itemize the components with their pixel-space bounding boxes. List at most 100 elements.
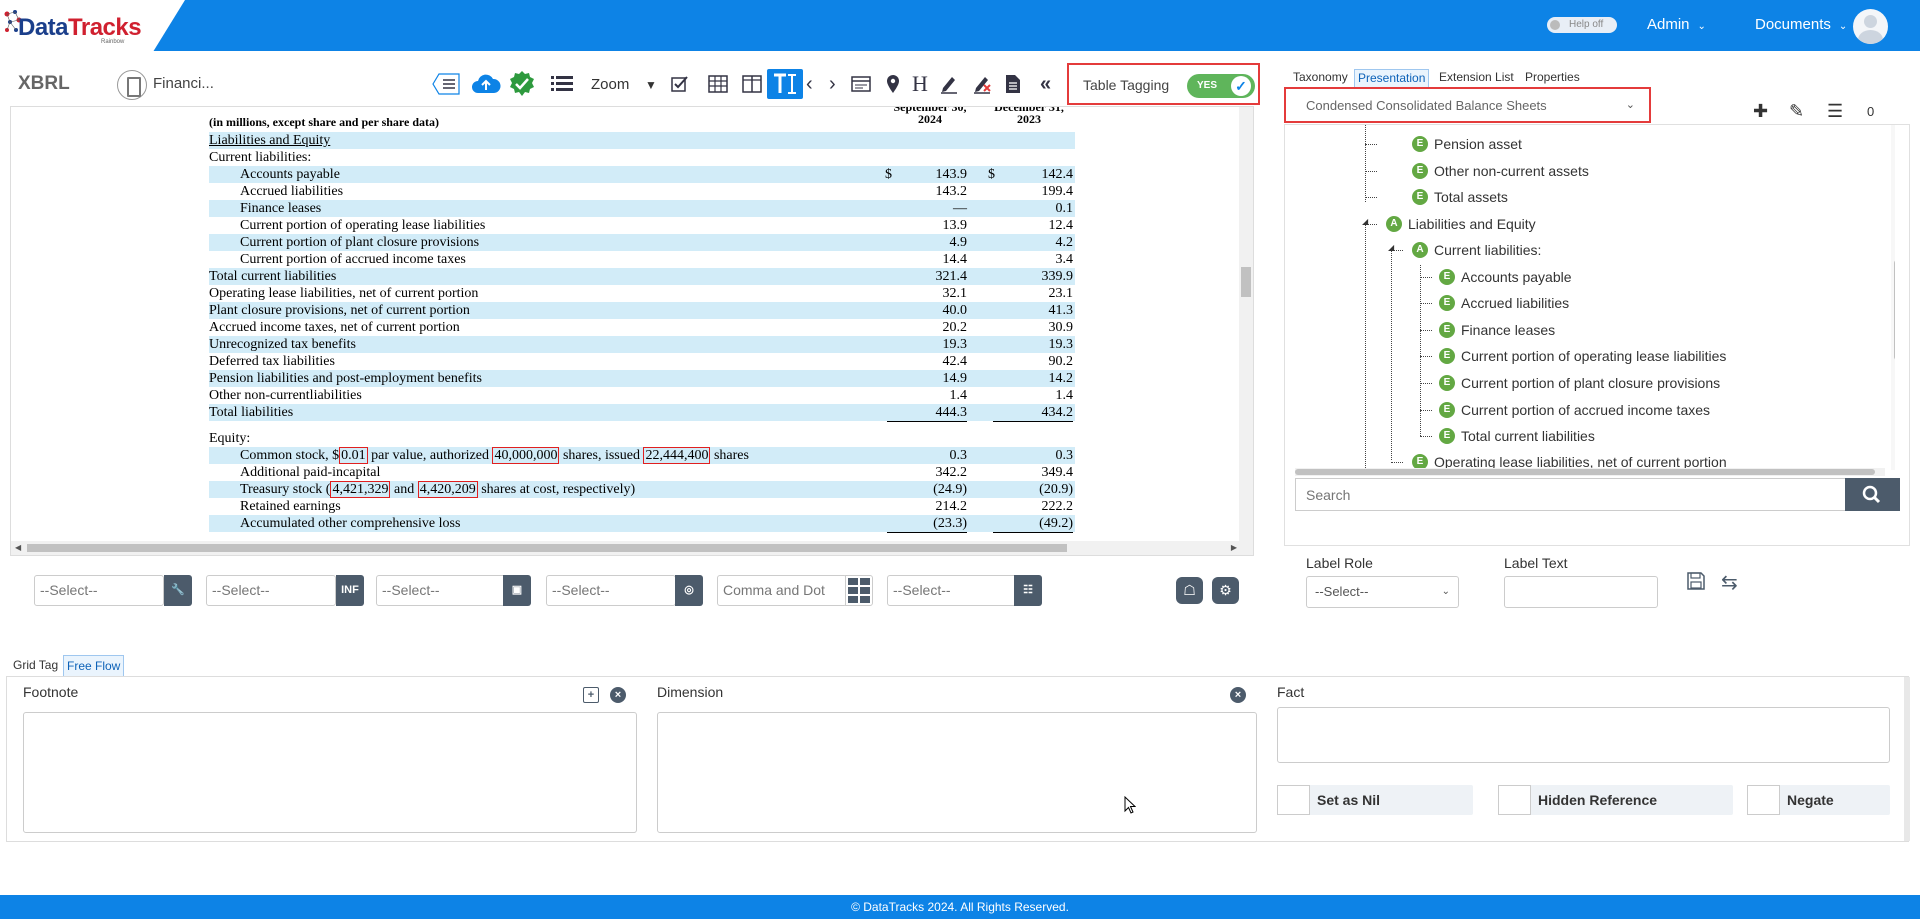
collapse-triangle-icon[interactable]: ◢	[1388, 243, 1394, 252]
value-2023[interactable]: 90.2	[993, 353, 1074, 370]
table-row[interactable]: Total current liabilities 321.4 339.9	[209, 268, 1075, 285]
table-row[interactable]: Current liabilities:	[209, 149, 1075, 166]
user-avatar[interactable]	[1853, 9, 1888, 44]
tab-free-flow[interactable]: Free Flow	[63, 655, 125, 677]
inf-button[interactable]: INF	[336, 575, 364, 606]
fact-input[interactable]	[1277, 707, 1890, 763]
presentation-select[interactable]: Condensed Consolidated Balance Sheets ⌄	[1284, 87, 1651, 123]
value-2023[interactable]: 30.9	[993, 319, 1074, 336]
value-2024[interactable]: 342.2	[887, 464, 968, 481]
table-row[interactable]: Current portion of accrued income taxes 1…	[209, 251, 1075, 269]
value-2023[interactable]: 199.4	[993, 183, 1074, 200]
tree-node[interactable]: E Current portion of plant closure provis…	[1439, 373, 1720, 393]
scrollbar-thumb[interactable]	[27, 544, 1067, 552]
value-2023[interactable]: 339.9	[993, 268, 1074, 285]
checkbox[interactable]	[1277, 785, 1310, 815]
table-row[interactable]: Total liabilities 444.3 434.2	[209, 404, 1075, 422]
tab-grid-tag[interactable]: Grid Tag	[10, 655, 61, 677]
value-2024[interactable]: 13.9	[887, 217, 968, 234]
table-row[interactable]: Equity:	[209, 430, 1075, 447]
table-row[interactable]: Finance leases — 0.1	[209, 200, 1075, 217]
concept-select[interactable]: --Select--	[34, 575, 164, 606]
decimals-select[interactable]: --Select--	[546, 575, 676, 606]
tree-node[interactable]: E Total assets	[1412, 187, 1508, 207]
set-as-nil-checkbox[interactable]: Set as Nil	[1277, 785, 1473, 815]
scrollbar-thumb[interactable]	[1241, 267, 1251, 297]
period-select[interactable]: --Select--	[206, 575, 336, 606]
financial-statement-link[interactable]: Financi...	[153, 75, 214, 92]
map-pin-icon[interactable]	[886, 72, 900, 96]
split-column-icon[interactable]	[742, 72, 762, 96]
value-2024[interactable]: (23.3)	[887, 515, 967, 533]
value-2024[interactable]: 4.9	[887, 234, 968, 251]
value-2023[interactable]: 23.1	[993, 285, 1074, 302]
search-button[interactable]	[1845, 478, 1900, 511]
table-row[interactable]: Current portion of operating lease liabi…	[209, 217, 1075, 234]
close-icon[interactable]: ×	[1230, 687, 1246, 703]
close-icon[interactable]: ×	[610, 687, 626, 703]
checkbox[interactable]	[1498, 785, 1531, 815]
table-row[interactable]: Liabilities and Equity	[209, 132, 1075, 149]
documents-menu[interactable]: Documents ⌄	[1755, 16, 1847, 33]
scrollbar-thumb[interactable]	[1894, 260, 1895, 360]
value-2023[interactable]: 349.4	[993, 464, 1074, 481]
chevron-left-icon[interactable]: ‹	[806, 72, 813, 96]
value-2023[interactable]: 222.2	[993, 498, 1074, 515]
help-toggle[interactable]: Help off	[1547, 17, 1617, 33]
dimension-area[interactable]	[657, 712, 1257, 833]
value-2024[interactable]: 14.4	[887, 251, 967, 269]
table-row[interactable]: Accrued liabilities 143.2 199.4	[209, 183, 1075, 200]
tree-node[interactable]: E Current portion of accrued income taxes	[1439, 400, 1710, 420]
heading-icon[interactable]: H	[912, 71, 928, 96]
scroll-right-icon[interactable]: ▶	[1231, 543, 1237, 552]
tagged-value[interactable]: 4,420,209	[417, 481, 478, 498]
table-row[interactable]: Accumulated other comprehensive loss (23.…	[209, 515, 1075, 533]
wrench-icon[interactable]: 🔧	[164, 575, 192, 606]
value-2024[interactable]: 19.3	[887, 336, 968, 353]
scrollbar-thumb[interactable]	[1295, 469, 1875, 475]
label-text-input[interactable]	[1504, 576, 1658, 608]
table-row[interactable]: Accrued income taxes, net of current por…	[209, 319, 1075, 336]
value-2023[interactable]: 19.3	[993, 336, 1074, 353]
admin-menu[interactable]: Admin ⌄	[1647, 16, 1706, 33]
card-icon[interactable]	[851, 72, 871, 96]
scale-select[interactable]: --Select--	[887, 575, 1017, 606]
value-2023[interactable]: 14.2	[993, 370, 1074, 387]
table-row[interactable]: Plant closure provisions, net of current…	[209, 302, 1075, 319]
value-2024[interactable]: 214.2	[887, 498, 968, 515]
value-2023[interactable]: 4.2	[993, 234, 1074, 251]
tree-node[interactable]: E Finance leases	[1439, 320, 1555, 340]
tags-icon[interactable]: ☖	[1176, 577, 1203, 604]
building-icon[interactable]	[117, 70, 147, 100]
target-icon[interactable]: ◎	[675, 575, 703, 606]
value-2023[interactable]: 0.1	[993, 200, 1074, 217]
table-row[interactable]: Additional paid-incapital 342.2 349.4	[209, 464, 1075, 481]
value-2023[interactable]: 41.3	[993, 302, 1074, 319]
value-2023[interactable]: 1.4	[993, 387, 1073, 405]
document-horizontal-scrollbar[interactable]: ◀ ▶	[11, 541, 1241, 555]
label-role-select[interactable]: --Select-- ⌄	[1306, 576, 1459, 608]
value-2024[interactable]: 0.3	[887, 447, 968, 464]
document-viewer[interactable]: (in millions, except share and per share…	[10, 106, 1254, 556]
pen-edit-icon[interactable]	[939, 72, 959, 96]
collapse-double-left-icon[interactable]: «	[1040, 72, 1051, 96]
negate-checkbox[interactable]: Negate	[1747, 785, 1890, 815]
value-2024[interactable]: (24.9)	[887, 481, 967, 498]
cloud-upload-icon[interactable]	[471, 72, 501, 96]
value-2024[interactable]: 444.3	[887, 404, 967, 422]
scroll-left-icon[interactable]: ◀	[15, 543, 21, 552]
tagged-value[interactable]: 40,000,000	[492, 447, 560, 464]
pen-remove-icon[interactable]	[972, 72, 992, 96]
value-2024[interactable]: 40.0	[887, 302, 968, 319]
text-tagging-icon[interactable]	[767, 69, 803, 99]
tree-vertical-scrollbar[interactable]	[1891, 125, 1895, 470]
tab-extension-list[interactable]: Extension List	[1436, 69, 1517, 88]
tree-node[interactable]: E Total current liabilities	[1439, 426, 1595, 446]
table-row[interactable]: Retained earnings 214.2 222.2	[209, 498, 1075, 515]
value-2023[interactable]: 142.4	[993, 166, 1074, 183]
hidden-reference-checkbox[interactable]: Hidden Reference	[1498, 785, 1733, 815]
table-tagging-toggle[interactable]: YES ✓	[1187, 74, 1255, 98]
value-2023[interactable]: (49.2)	[993, 515, 1073, 533]
tree-node[interactable]: E Accounts payable	[1439, 267, 1572, 287]
menu-icon[interactable]: ☰	[1827, 101, 1843, 122]
